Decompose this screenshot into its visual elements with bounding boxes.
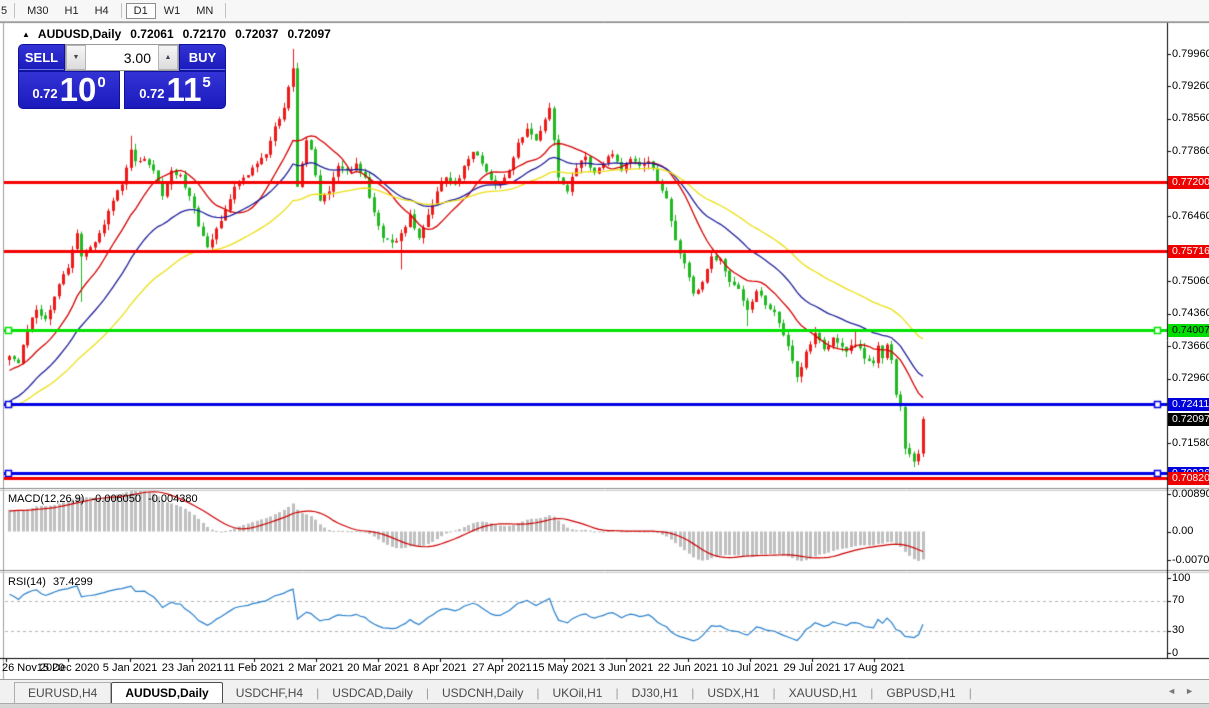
tab-gbpusd-h1[interactable]: GBPUSD,H1 — [873, 683, 968, 704]
price-axis-tick: 0.75060 — [1172, 275, 1208, 288]
date-axis-label: 5 Jan 2021 — [103, 662, 157, 674]
rsi-value: 37.4299 — [53, 576, 93, 588]
macd-axis-tick: 0.00 — [1172, 525, 1209, 538]
date-axis-label: 15 May 2021 — [532, 662, 596, 674]
price-badge-0.74007: 0.74007 — [1168, 324, 1209, 337]
date-axis-label: 22 Jun 2021 — [658, 662, 719, 674]
price-badge-0.72097: 0.72097 — [1168, 413, 1209, 426]
sell-price-prefix: 0.72 — [32, 86, 57, 101]
timeframe-button-d1[interactable]: D1 — [126, 3, 156, 19]
buy-price-button[interactable]: 0.72 11 5 — [124, 71, 226, 109]
macd-axis-tick: 0.008904 — [1172, 488, 1209, 501]
sell-price-button[interactable]: 0.72 10 0 — [18, 71, 120, 109]
date-axis-label: 8 Apr 2021 — [413, 662, 466, 674]
tab-audusd-daily[interactable]: AUDUSD,Daily — [111, 682, 222, 705]
tab-separator: | — [969, 683, 972, 704]
price-badge-0.77200: 0.77200 — [1168, 176, 1209, 189]
date-axis-label: 20 Mar 2021 — [347, 662, 409, 674]
rsi-axis-tick: 100 — [1172, 572, 1208, 585]
volume-decrease-button[interactable]: ▼ — [66, 45, 86, 70]
date-axis-label: 15 Dec 2020 — [37, 662, 99, 674]
timeframe-button-h1[interactable]: H1 — [57, 3, 87, 19]
one-click-trade-panel: 0.72 10 0 0.72 11 5 SELL ▼ 3.00 ▲ BUY — [18, 44, 226, 109]
price-axis-tick: 0.71580 — [1172, 437, 1208, 450]
tab-usdchf-h4[interactable]: USDCHF,H4 — [223, 683, 316, 704]
price-low: 0.72037 — [235, 27, 278, 41]
timeframe-button-h4[interactable]: H4 — [87, 3, 117, 19]
rsi-axis-tick: 0 — [1172, 647, 1208, 660]
volume-input[interactable]: 3.00 — [86, 45, 158, 70]
price-axis-tick: 0.73660 — [1172, 340, 1208, 353]
sell-button[interactable]: SELL — [18, 44, 65, 71]
price-badge-0.72411: 0.72411 — [1168, 398, 1209, 411]
date-axis-label: 10 Jul 2021 — [722, 662, 779, 674]
volume-spinner: ▼ 3.00 ▲ — [65, 44, 179, 71]
macd-main-value: -0.006050 — [91, 493, 141, 505]
price-axis-tick: 0.74360 — [1172, 307, 1208, 320]
tab-ukoil-h1[interactable]: UKOil,H1 — [539, 683, 615, 704]
chart-title: ▲ AUDUSD,Daily 0.72061 0.72170 0.72037 0… — [22, 27, 331, 41]
trading-platform-window: 5 M30H1H4 D1W1MN ▲ AUDUSD,Daily 0.72061 0… — [0, 0, 1209, 708]
date-axis-label: 29 Jul 2021 — [784, 662, 841, 674]
tab-scroll-left-icon[interactable]: ◄ — [1167, 686, 1185, 696]
date-axis-label: 23 Jan 2021 — [162, 662, 223, 674]
sell-price-pip: 0 — [97, 74, 105, 91]
buy-price-prefix: 0.72 — [139, 86, 164, 101]
price-high: 0.72170 — [183, 27, 226, 41]
timeframe-button-mn[interactable]: MN — [188, 3, 221, 19]
buy-price-main: 11 — [167, 75, 202, 105]
timeframe-button-m30[interactable]: M30 — [19, 3, 56, 19]
timeframe-button-partial[interactable]: 5 — [0, 3, 10, 19]
window-bottom-edge — [0, 703, 1209, 708]
price-badge-0.70820: 0.70820 — [1168, 472, 1209, 485]
rsi-axis-tick: 70 — [1172, 594, 1208, 607]
tab-usdcad-daily[interactable]: USDCAD,Daily — [319, 683, 426, 704]
toolbar-separator — [14, 3, 15, 18]
symbol-period-label: AUDUSD,Daily — [38, 27, 121, 41]
macd-signal-value: -0.004380 — [148, 493, 198, 505]
sell-price-main: 10 — [60, 75, 97, 105]
price-badge-0.75716: 0.75716 — [1168, 245, 1209, 258]
macd-label: MACD(12,26,9) -0.006050 -0.004380 — [8, 493, 198, 505]
tab-eurusd-h4[interactable]: EURUSD,H4 — [14, 682, 111, 704]
tab-dj30-h1[interactable]: DJ30,H1 — [619, 683, 692, 704]
volume-increase-button[interactable]: ▲ — [158, 45, 178, 70]
date-axis-label: 2 Mar 2021 — [288, 662, 344, 674]
date-axis-label: 27 Apr 2021 — [472, 662, 531, 674]
tab-xauusd-h1[interactable]: XAUUSD,H1 — [776, 683, 871, 704]
price-axis-tick: 0.78560 — [1172, 112, 1208, 125]
price-axis-tick: 0.76460 — [1172, 210, 1208, 223]
toolbar-separator — [121, 3, 122, 18]
date-axis-label: 3 Jun 2021 — [599, 662, 653, 674]
tab-usdcnh-daily[interactable]: USDCNH,Daily — [429, 683, 536, 704]
price-open: 0.72061 — [130, 27, 173, 41]
tab-scroll-arrows: ◄► — [1167, 686, 1203, 696]
buy-button[interactable]: BUY — [179, 44, 226, 71]
price-axis-tick: 0.72960 — [1172, 372, 1208, 385]
price-axis-tick: 0.79260 — [1172, 80, 1208, 93]
buy-price-pip: 5 — [202, 74, 210, 91]
collapse-trade-panel-icon[interactable]: ▲ — [22, 30, 30, 39]
toolbar-separator — [225, 3, 226, 18]
price-close: 0.72097 — [287, 27, 330, 41]
rsi-label: RSI(14) 37.4299 — [8, 576, 93, 588]
timeframe-toolbar: 5 M30H1H4 D1W1MN — [0, 0, 1209, 22]
price-axis-tick: 0.77860 — [1172, 145, 1208, 158]
rsi-axis-tick: 30 — [1172, 624, 1208, 637]
tab-scroll-right-icon[interactable]: ► — [1185, 686, 1203, 696]
date-axis-label: 11 Feb 2021 — [224, 662, 285, 674]
tab-usdx-h1[interactable]: USDX,H1 — [694, 683, 772, 704]
symbol-tab-bar: EURUSD,H4AUDUSD,DailyUSDCHF,H4 | USDCAD,Da… — [0, 679, 1209, 704]
date-axis-label: 17 Aug 2021 — [843, 662, 905, 674]
price-axis-tick: 0.79960 — [1172, 48, 1208, 61]
timeframe-button-w1[interactable]: W1 — [156, 3, 189, 19]
macd-axis-tick: -0.007013 — [1172, 554, 1209, 567]
